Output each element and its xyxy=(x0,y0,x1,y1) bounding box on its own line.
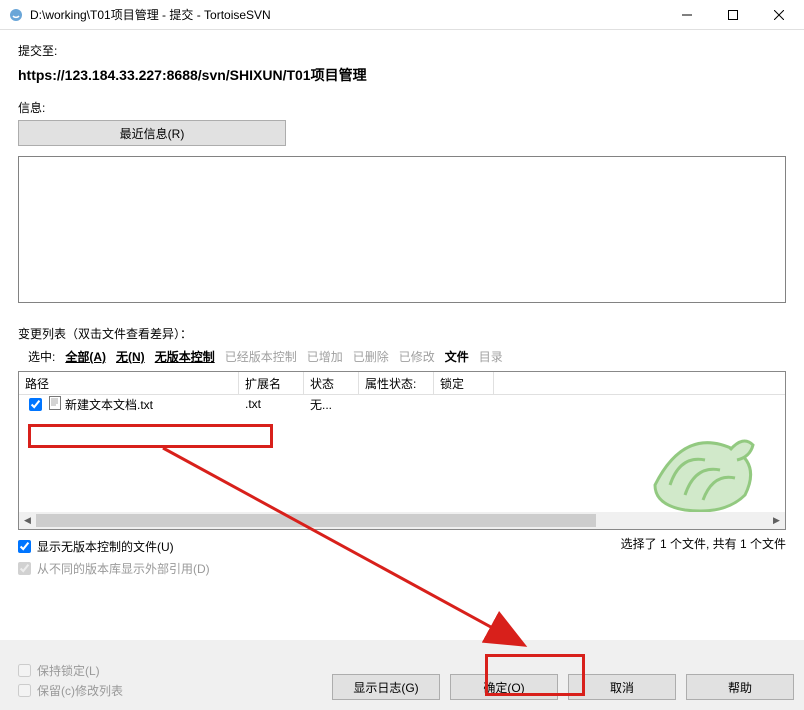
file-icon xyxy=(49,396,61,413)
scroll-right-icon[interactable]: ▶ xyxy=(768,512,785,529)
horizontal-scrollbar[interactable]: ◀ ▶ xyxy=(19,512,785,529)
help-button[interactable]: 帮助 xyxy=(686,674,794,700)
commit-to-label: 提交至: xyxy=(18,42,786,59)
filter-unversioned[interactable]: 无版本控制 xyxy=(151,348,219,365)
filter-files[interactable]: 文件 xyxy=(441,348,473,365)
minimize-button[interactable] xyxy=(664,0,710,29)
show-externals-checkbox: 从不同的版本库显示外部引用(D) xyxy=(18,557,621,579)
cancel-label: 取消 xyxy=(610,679,634,696)
show-unversioned-label: 显示无版本控制的文件(U) xyxy=(37,538,174,555)
show-unversioned-input[interactable] xyxy=(18,540,31,553)
commit-message-textarea[interactable] xyxy=(18,156,786,303)
show-log-label: 显示日志(G) xyxy=(353,679,418,696)
show-externals-label: 从不同的版本库显示外部引用(D) xyxy=(37,560,210,577)
keep-locks-label: 保持锁定(L) xyxy=(37,662,100,679)
filter-dirs: 目录 xyxy=(475,348,507,365)
scroll-thumb[interactable] xyxy=(36,514,596,527)
window-controls xyxy=(664,0,802,29)
under-panel: 显示无版本控制的文件(U) 从不同的版本库显示外部引用(D) 选择了 1 个文件… xyxy=(18,535,786,579)
col-lock[interactable]: 锁定 xyxy=(434,372,494,395)
ok-button[interactable]: 确定(O) xyxy=(450,674,558,700)
message-label: 信息: xyxy=(18,99,786,116)
window-title: D:\working\T01项目管理 - 提交 - TortoiseSVN xyxy=(30,6,664,23)
filter-modified: 已修改 xyxy=(395,348,439,365)
selection-summary: 选择了 1 个文件, 共有 1 个文件 xyxy=(621,535,786,552)
titlebar: D:\working\T01项目管理 - 提交 - TortoiseSVN xyxy=(0,0,804,30)
col-prop[interactable]: 属性状态: xyxy=(359,372,434,395)
scroll-thumb-area[interactable] xyxy=(36,512,768,529)
keep-locks-input xyxy=(18,664,31,677)
col-status[interactable]: 状态 xyxy=(304,372,359,395)
filter-all[interactable]: 全部(A) xyxy=(61,348,110,365)
filter-none[interactable]: 无(N) xyxy=(112,348,149,365)
scroll-left-icon[interactable]: ◀ xyxy=(19,512,36,529)
show-unversioned-checkbox[interactable]: 显示无版本控制的文件(U) xyxy=(18,535,621,557)
changes-label: 变更列表（双击文件查看差异）： xyxy=(18,325,786,342)
keep-changelist-checkbox: 保留(c)修改列表 xyxy=(18,680,332,700)
col-spacer xyxy=(494,372,785,395)
file-list-header: 路径 扩展名 状态 属性状态: 锁定 xyxy=(19,372,785,395)
filter-added: 已增加 xyxy=(303,348,347,365)
col-path[interactable]: 路径 xyxy=(19,372,239,395)
show-externals-input xyxy=(18,562,31,575)
file-list-body[interactable]: 新建文本文档.txt .txt 无... xyxy=(19,395,785,512)
file-status: 无... xyxy=(304,396,359,413)
client-area: 提交至: https://123.184.33.227:8688/svn/SHI… xyxy=(0,30,804,591)
keep-changelist-input xyxy=(18,684,31,697)
filter-deleted: 已删除 xyxy=(349,348,393,365)
selected-label: 选中: xyxy=(24,348,59,365)
ok-label: 确定(O) xyxy=(483,679,524,696)
keep-changelist-label: 保留(c)修改列表 xyxy=(37,682,123,699)
repository-url: https://123.184.33.227:8688/svn/SHIXUN/T… xyxy=(18,65,786,85)
recent-messages-button[interactable]: 最近信息(R) xyxy=(18,120,286,146)
app-icon xyxy=(8,7,24,23)
file-list-panel: 路径 扩展名 状态 属性状态: 锁定 新建文本文档.txt xyxy=(18,371,786,530)
tortoise-logo-icon xyxy=(625,415,765,512)
filter-row: 选中: 全部(A) 无(N) 无版本控制 已经版本控制 已增加 已删除 已修改 … xyxy=(18,348,786,365)
keep-locks-checkbox: 保持锁定(L) xyxy=(18,660,332,680)
cancel-button[interactable]: 取消 xyxy=(568,674,676,700)
col-ext[interactable]: 扩展名 xyxy=(239,372,304,395)
maximize-button[interactable] xyxy=(710,0,756,29)
file-row[interactable]: 新建文本文档.txt .txt 无... xyxy=(19,395,785,413)
recent-messages-label: 最近信息(R) xyxy=(120,125,185,142)
file-checkbox[interactable] xyxy=(29,398,42,411)
close-button[interactable] xyxy=(756,0,802,29)
file-name: 新建文本文档.txt xyxy=(65,396,153,413)
show-log-button[interactable]: 显示日志(G) xyxy=(332,674,440,700)
filter-versioned: 已经版本控制 xyxy=(221,348,301,365)
help-label: 帮助 xyxy=(728,679,752,696)
file-ext: .txt xyxy=(239,397,304,411)
bottom-bar: 保持锁定(L) 保留(c)修改列表 显示日志(G) 确定(O) 取消 帮助 xyxy=(0,640,804,710)
